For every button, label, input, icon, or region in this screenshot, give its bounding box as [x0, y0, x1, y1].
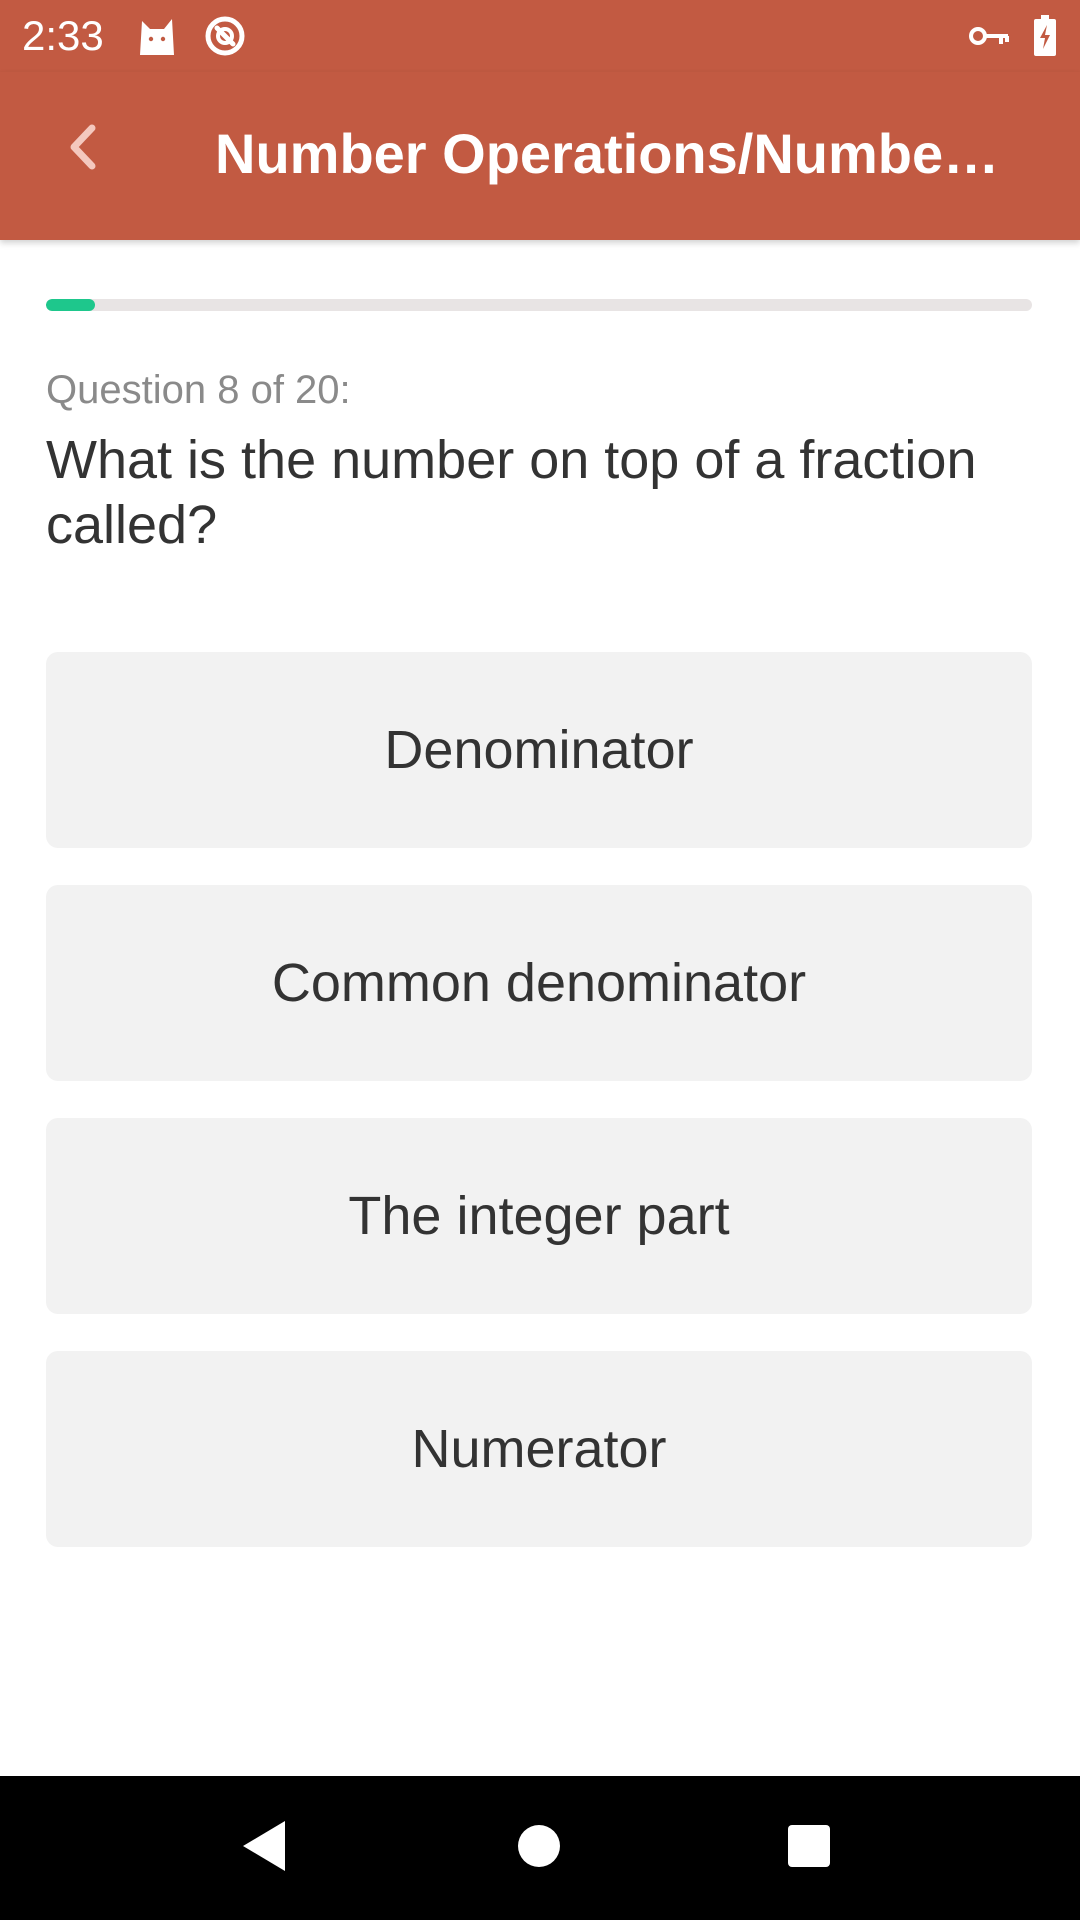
- battery-charging-icon: [1032, 14, 1058, 58]
- answer-label: Common denominator: [271, 953, 807, 1013]
- chevron-left-icon: [62, 122, 102, 177]
- answer-label: Denominator: [384, 720, 694, 780]
- answer-label: The integer part: [348, 1186, 730, 1246]
- nav-home-button[interactable]: [489, 1798, 589, 1898]
- back-button[interactable]: [50, 112, 114, 186]
- question-text: What is the number on top of a fraction …: [46, 430, 977, 555]
- quiz-screen: 2:33 Number Operations/Numbe… Question 8…: [0, 0, 1080, 1920]
- nav-back-button[interactable]: [214, 1798, 314, 1898]
- quiz-progress-fill: [46, 299, 96, 311]
- back-triangle-icon: [239, 1819, 289, 1878]
- recents-square-icon: [786, 1823, 832, 1874]
- cat-icon: [136, 14, 178, 58]
- system-navigation-bar: [0, 1776, 1080, 1920]
- answer-option-integer-part[interactable]: The integer part: [46, 1118, 1032, 1314]
- status-bar: 2:33: [0, 0, 1080, 72]
- answer-option-numerator[interactable]: Numerator: [46, 1351, 1032, 1547]
- question-counter: Question 8 of 20:: [46, 368, 351, 412]
- answer-option-denominator[interactable]: Denominator: [46, 652, 1032, 848]
- answer-label: Numerator: [411, 1419, 667, 1479]
- home-circle-icon: [516, 1823, 562, 1874]
- app-title: Number Operations/Numbe…: [215, 122, 1000, 185]
- nav-recents-button[interactable]: [759, 1798, 859, 1898]
- do-not-disturb-icon: [202, 14, 248, 58]
- app-bar: Number Operations/Numbe…: [0, 72, 1080, 240]
- quiz-progress-bar: [46, 299, 1032, 311]
- status-time: 2:33: [22, 12, 104, 59]
- vpn-key-icon: [968, 14, 1010, 58]
- answer-option-common-denominator[interactable]: Common denominator: [46, 885, 1032, 1081]
